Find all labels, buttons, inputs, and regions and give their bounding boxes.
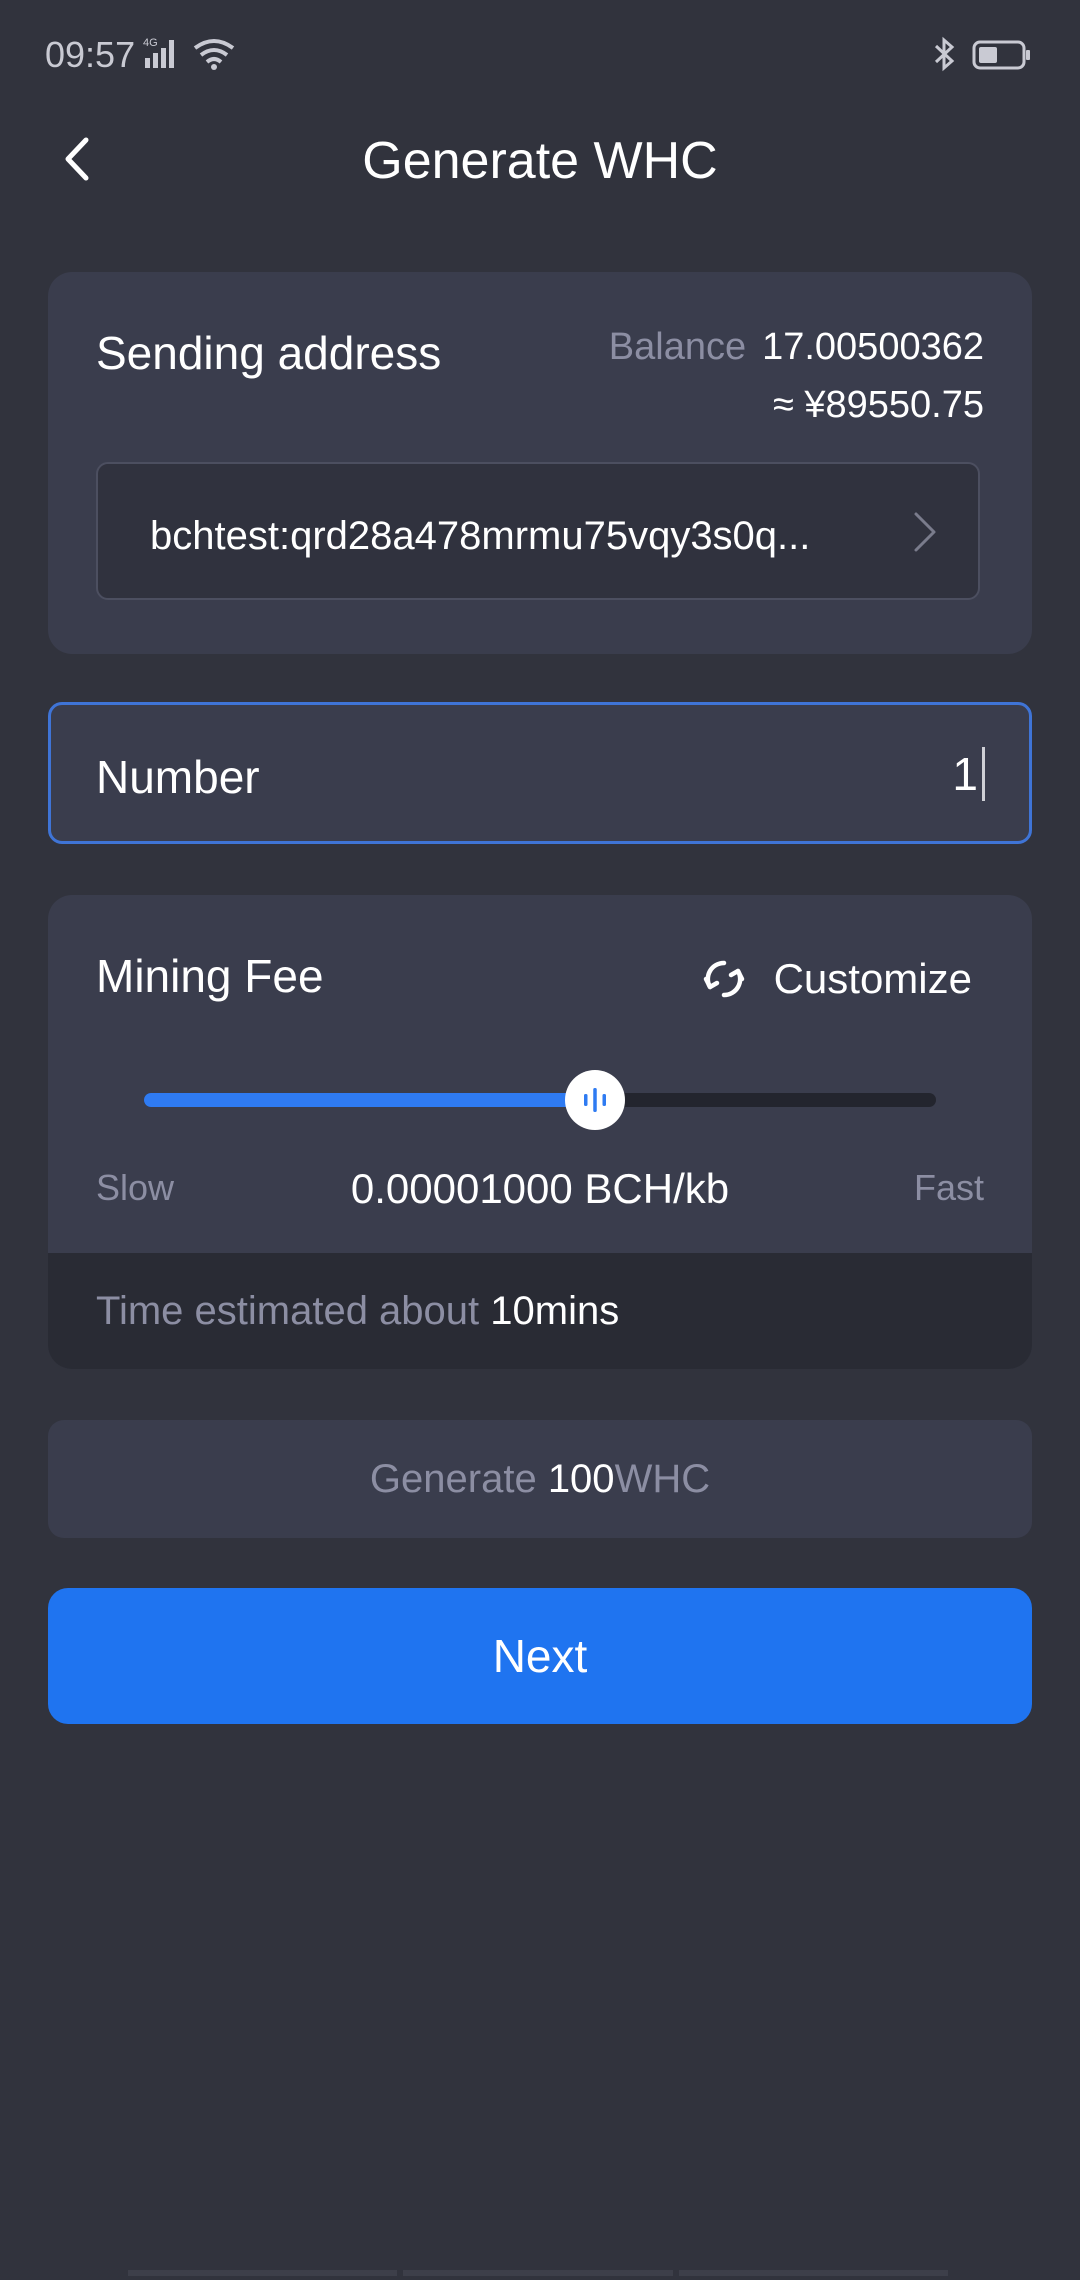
time-estimate-value: 10mins [490, 1289, 620, 1333]
wifi-icon [192, 38, 236, 75]
customize-label: Customize [773, 955, 972, 1002]
generate-amount: 100 [547, 1457, 615, 1501]
generate-summary: Generate 100WHC [48, 1420, 1032, 1538]
grip-icon [584, 1088, 607, 1112]
fee-slider-fill [144, 1093, 596, 1107]
fee-slider[interactable] [144, 1070, 936, 1130]
number-input[interactable]: Number 1 [48, 702, 1032, 844]
time-estimate: Time estimated about 10mins [48, 1253, 1032, 1369]
chevron-right-icon [912, 510, 938, 559]
mining-fee-card: Mining Fee Customize Slow 0.00001000 BCH… [48, 895, 1032, 1369]
generate-prefix: Generate [369, 1457, 537, 1501]
address-selector[interactable]: bchtest:qrd28a478mrmu75vqy3s0q... [96, 462, 980, 600]
sending-address-card: Sending address Balance 17.00500362 ≈ ¥89… [48, 272, 1032, 654]
nav-bar [128, 2270, 948, 2276]
time-estimate-label: Time estimated about [96, 1289, 480, 1333]
network-type: 4G [143, 37, 158, 49]
sending-address-label: Sending address [96, 327, 442, 379]
balance: Balance 17.00500362 [609, 326, 984, 369]
header: Generate WHC [0, 110, 1080, 230]
fee-value: 0.00001000 BCH/kb [350, 1165, 730, 1212]
number-value[interactable]: 1 [952, 747, 985, 801]
bluetooth-icon [932, 36, 958, 77]
fee-fast-label: Fast [913, 1167, 984, 1208]
balance-value: 17.00500362 [762, 326, 984, 368]
balance-label: Balance [608, 326, 747, 368]
address-text: bchtest:qrd28a478mrmu75vqy3s0q... [150, 514, 811, 558]
fee-slider-handle[interactable] [565, 1070, 626, 1130]
number-label: Number [96, 751, 260, 803]
mining-fee-label: Mining Fee [96, 950, 324, 1002]
status-bar: 09:57 4G [0, 0, 1080, 110]
signal-icon: 4G [143, 36, 183, 75]
page-title: Generate WHC [362, 132, 718, 190]
customize-button[interactable]: Customize [702, 955, 972, 1003]
next-button[interactable]: Next [48, 1588, 1032, 1724]
generate-unit: WHC [614, 1457, 711, 1501]
status-time: 09:57 [45, 34, 136, 75]
refresh-icon [702, 957, 746, 1001]
battery-icon [972, 40, 1032, 75]
fiat-value: ≈ ¥89550.75 [772, 384, 984, 426]
